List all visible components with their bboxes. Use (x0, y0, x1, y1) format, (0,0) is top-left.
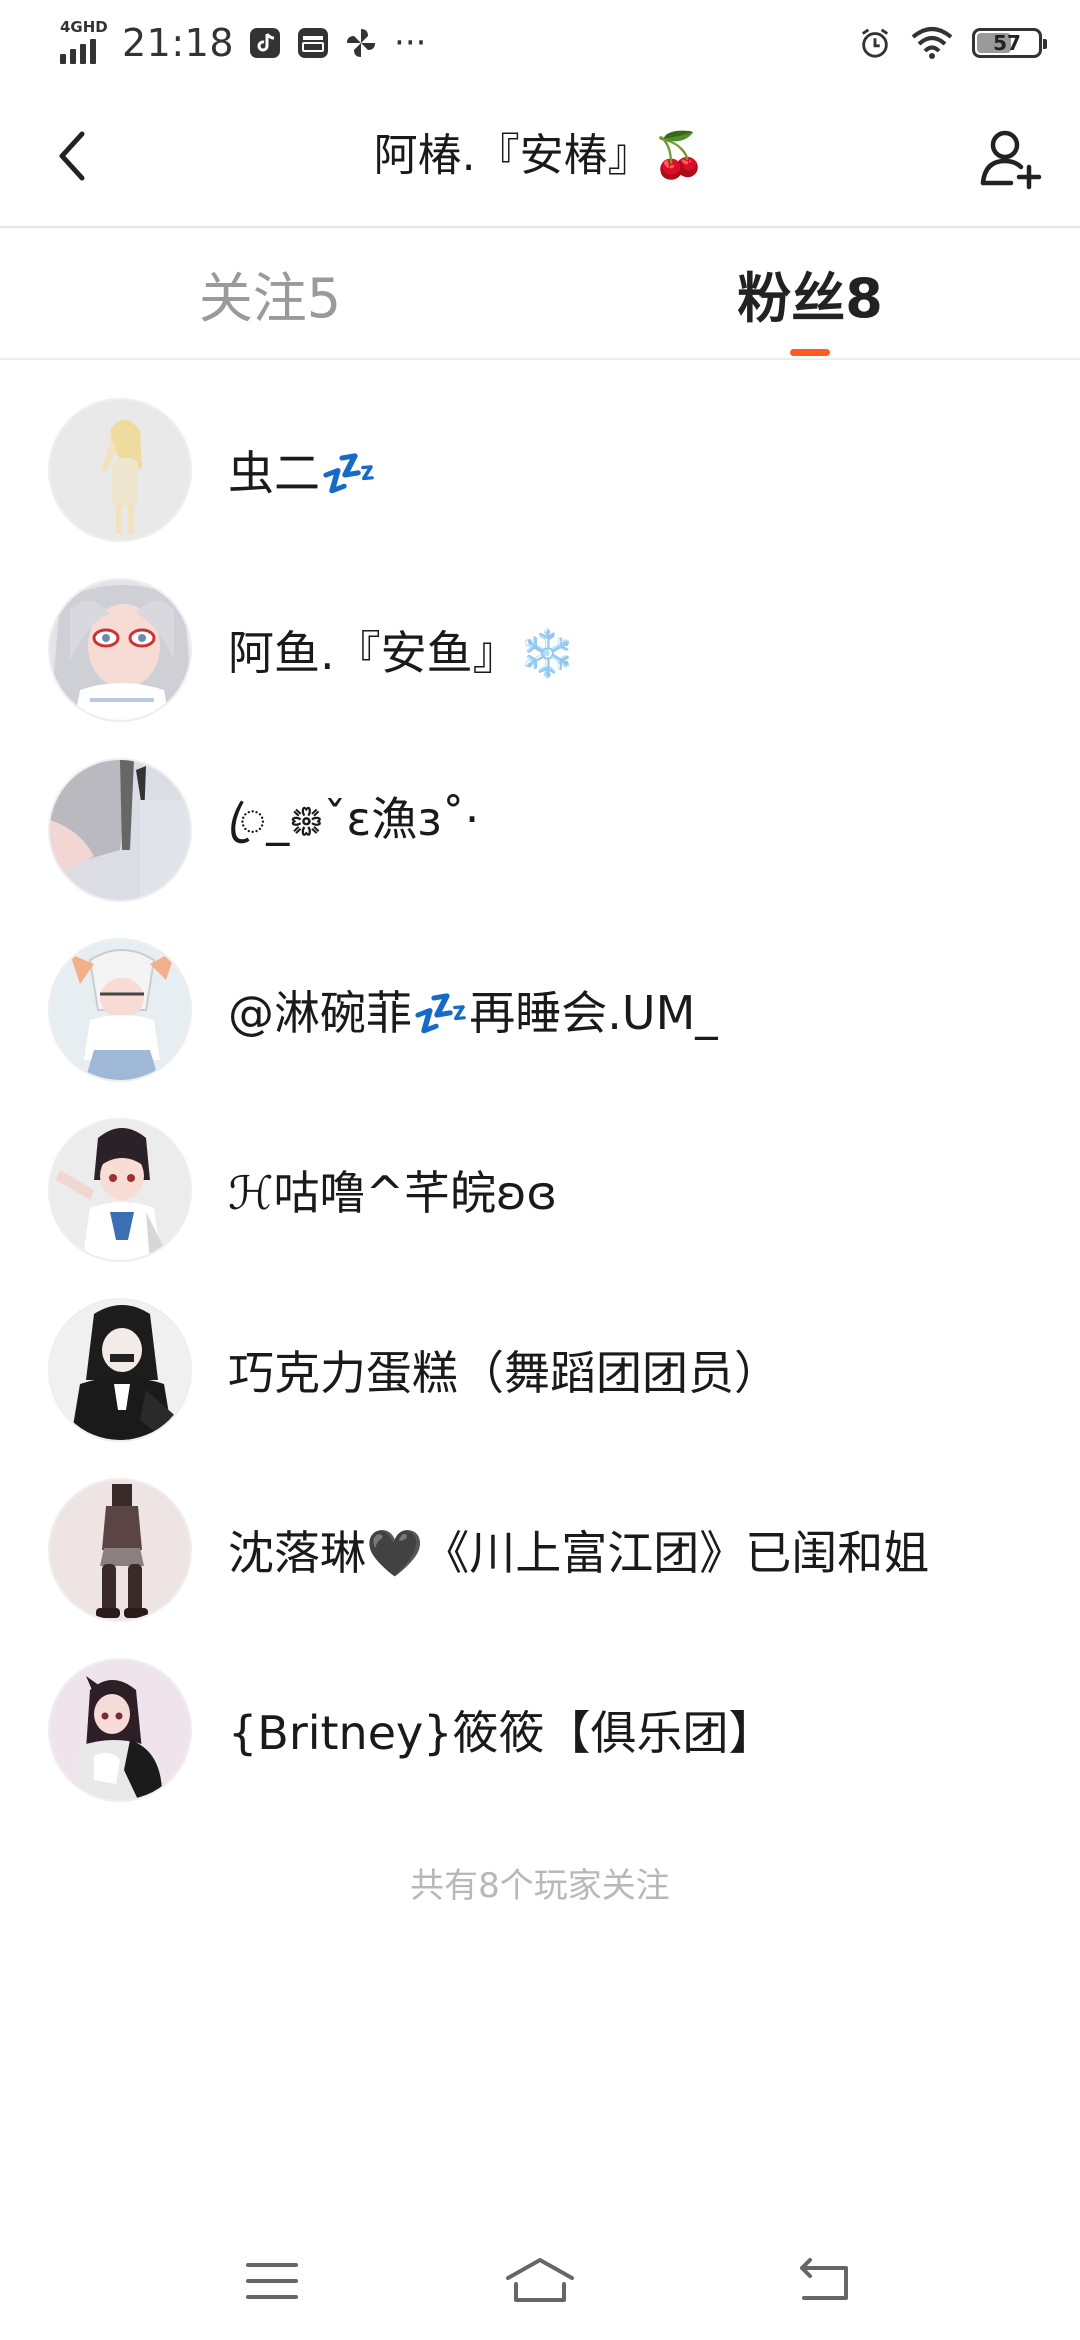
list-item[interactable]: 阿鱼.『安鱼』❄️ (0, 560, 1080, 740)
wallet-app-icon (296, 26, 330, 60)
follower-name: {Britney}筱筱【俱乐团】 (228, 1706, 775, 1760)
avatar[interactable] (48, 1298, 192, 1442)
status-bar-left: 4GHD 21:18 ··· (60, 18, 426, 68)
list-item[interactable]: 虫二💤 (0, 380, 1080, 560)
tab-following[interactable]: 关注5 (0, 228, 540, 358)
back-nav-button[interactable] (784, 2246, 864, 2316)
follower-list: 虫二💤 阿鱼.『安鱼』❄️ ꦿ_᪥ˇɛ漁ɜ˚· @淋碗菲💤再睡会.UM_ ℋ咕噜… (0, 380, 1080, 1820)
follower-name: ꦿ_᪥ˇɛ漁ɜ˚· (228, 791, 480, 846)
menu-button[interactable] (232, 2246, 312, 2316)
add-friend-button[interactable] (972, 120, 1048, 196)
follower-name: @淋碗菲💤再睡会.UM_ (228, 986, 719, 1040)
wifi-icon (910, 26, 954, 60)
list-item[interactable]: {Britney}筱筱【俱乐团】 (0, 1640, 1080, 1820)
list-item[interactable]: @淋碗菲💤再睡会.UM_ (0, 920, 1080, 1100)
page-title: 阿椿.『安椿』🍒 (373, 130, 707, 181)
active-tab-indicator (790, 349, 830, 356)
system-navigation-bar (0, 2220, 1080, 2340)
avatar[interactable] (48, 1478, 192, 1622)
follower-name: ℋ咕噜^芊皖ʚɞ (228, 1166, 558, 1220)
back-button[interactable] (40, 124, 104, 188)
music-app-icon (248, 26, 282, 60)
avatar[interactable] (48, 938, 192, 1082)
tab-followers-label: 粉丝8 (737, 266, 883, 330)
tab-following-label: 关注5 (198, 266, 342, 330)
add-user-icon (980, 130, 1042, 190)
battery-percent: 57 (993, 31, 1021, 55)
avatar[interactable] (48, 1118, 192, 1262)
avatar[interactable] (48, 398, 192, 542)
menu-icon (246, 2263, 298, 2299)
more-notifications-indicator: ··· (394, 23, 427, 63)
pinwheel-app-icon (344, 26, 378, 60)
tab-followers[interactable]: 粉丝8 (540, 228, 1080, 358)
follower-name: 沈落琳🖤《川上富江团》已闺和姐 (228, 1526, 930, 1580)
network-type-label: 4GHD (60, 18, 108, 36)
status-bar: 4GHD 21:18 ··· 57 (0, 0, 1080, 90)
follower-name: 巧克力蛋糕（舞蹈团团员） (228, 1346, 780, 1400)
follower-name: 虫二💤 (228, 446, 378, 500)
follower-count-note: 共有8个玩家关注 (410, 1866, 670, 1906)
list-item[interactable]: 沈落琳🖤《川上富江团》已闺和姐 (0, 1460, 1080, 1640)
alarm-icon (858, 26, 892, 60)
avatar[interactable] (48, 578, 192, 722)
list-item[interactable]: 巧克力蛋糕（舞蹈团团员） (0, 1280, 1080, 1460)
list-item[interactable]: ꦿ_᪥ˇɛ漁ɜ˚· (0, 740, 1080, 920)
tab-bar: 关注5 粉丝8 (0, 228, 1080, 358)
status-bar-right: 57 (858, 20, 1047, 66)
home-button[interactable] (500, 2246, 580, 2316)
list-item[interactable]: ℋ咕噜^芊皖ʚɞ (0, 1100, 1080, 1280)
back-arrow-icon (800, 2258, 848, 2300)
avatar[interactable] (48, 758, 192, 902)
chevron-left-icon (59, 131, 85, 181)
cellular-signal-icon: 4GHD (60, 20, 108, 66)
battery-icon: 57 (972, 28, 1047, 58)
follower-name: 阿鱼.『安鱼』❄️ (228, 626, 576, 680)
avatar[interactable] (48, 1658, 192, 1802)
home-icon (506, 2258, 574, 2302)
page-header: 阿椿.『安椿』🍒 (0, 90, 1080, 226)
tabs-divider (0, 358, 1080, 360)
status-time: 21:18 (122, 21, 235, 65)
